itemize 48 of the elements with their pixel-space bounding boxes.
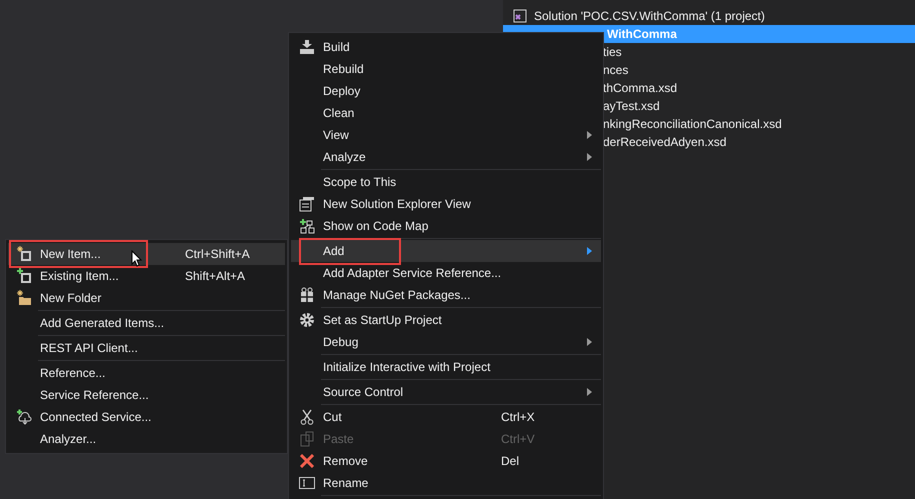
menu-item[interactable]: Clean xyxy=(291,102,601,124)
menu-item[interactable]: New Folder xyxy=(8,287,285,309)
code-map-icon xyxy=(299,218,315,234)
submenu-arrow-icon xyxy=(587,388,592,396)
mouse-cursor-icon xyxy=(131,250,143,267)
menu-item[interactable]: Rebuild xyxy=(291,58,601,80)
menu-item[interactable]: Deploy xyxy=(291,80,601,102)
solution-icon xyxy=(513,9,527,23)
menu-item[interactable]: New Item... Ctrl+Shift+A xyxy=(8,243,285,265)
menu-item[interactable]: Cut Ctrl+X xyxy=(291,406,601,428)
folder-icon xyxy=(16,290,32,306)
tree-item-label[interactable]: Solution 'POC.CSV.WithComma' (1 project) xyxy=(530,7,769,25)
submenu-arrow-icon xyxy=(587,338,592,346)
gear-icon xyxy=(299,312,315,328)
menu-item[interactable]: Add Adapter Service Reference... xyxy=(291,262,601,284)
menu-item[interactable]: Add Generated Items... xyxy=(8,312,285,334)
menu-item[interactable]: Reference... xyxy=(8,362,285,384)
rename-icon xyxy=(299,477,315,489)
menu-item[interactable]: Service Reference... xyxy=(8,384,285,406)
build-icon xyxy=(299,39,315,55)
menu-item[interactable]: Analyze xyxy=(291,146,601,168)
menu-item[interactable]: Manage NuGet Packages... xyxy=(291,284,601,306)
menu-item[interactable]: Remove Del xyxy=(291,450,601,472)
menu-item[interactable]: Scope to This xyxy=(291,171,601,193)
menu-item[interactable]: Source Control xyxy=(291,381,601,403)
new-item-icon xyxy=(16,246,32,262)
menu-item[interactable]: Show on Code Map xyxy=(291,215,601,237)
scissors-icon xyxy=(300,409,314,425)
menu-item[interactable]: Existing Item... Shift+Alt+A xyxy=(8,265,285,287)
menu-item[interactable]: Debug xyxy=(291,331,601,353)
menu-item[interactable]: Set as StartUp Project xyxy=(291,309,601,331)
menu-item[interactable]: Analyzer... xyxy=(8,428,285,450)
menu-item[interactable]: New Solution Explorer View xyxy=(291,193,601,215)
window-list-icon xyxy=(299,196,315,212)
submenu-arrow-icon xyxy=(587,247,592,255)
package-icon xyxy=(300,287,314,303)
menu-item[interactable]: Initialize Interactive with Project xyxy=(291,356,601,378)
submenu-arrow-icon xyxy=(587,153,592,161)
menu-item[interactable]: REST API Client... xyxy=(8,337,285,359)
submenu-arrow-icon xyxy=(587,131,592,139)
add-item-icon xyxy=(16,268,32,284)
cloud-icon xyxy=(16,409,32,425)
menu-item[interactable]: View xyxy=(291,124,601,146)
menu-item[interactable]: Rename xyxy=(291,472,601,494)
clipboard-icon xyxy=(300,431,314,447)
menu-item[interactable]: Connected Service... xyxy=(8,406,285,428)
menu-item[interactable]: Add xyxy=(291,240,601,262)
remove-icon xyxy=(300,454,314,468)
